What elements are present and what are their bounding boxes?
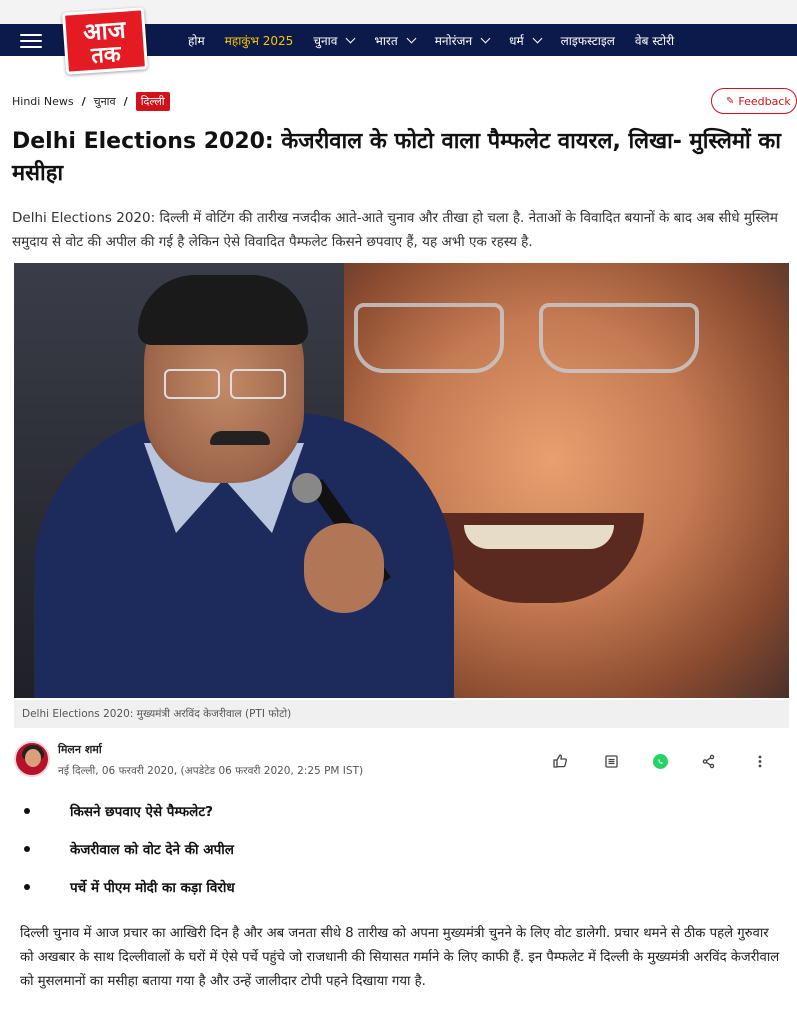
- highlight-text: किसने छपवाए ऐसे पैम्फलेट?: [70, 804, 213, 820]
- nav-item-religion[interactable]: धर्म: [509, 32, 543, 49]
- site-logo[interactable]: आज तक: [61, 7, 149, 75]
- nav-item-india[interactable]: भारत: [374, 32, 417, 49]
- breadcrumb-home[interactable]: Hindi News: [12, 95, 74, 108]
- bullet-dot: [24, 808, 30, 814]
- article-actions: [550, 750, 770, 772]
- article-summary: Delhi Elections 2020: दिल्ली में वोटिंग …: [12, 210, 778, 250]
- nav-item-label: मनोरंजन: [434, 33, 473, 48]
- speaker-mustache: [210, 431, 270, 445]
- speaker-glasses-left: [164, 369, 220, 399]
- nav-item-label: होम: [188, 33, 205, 48]
- nav-item-label: वेब स्टोरी: [634, 33, 675, 48]
- microphone-head: [292, 473, 322, 503]
- hamburger-icon[interactable]: [20, 34, 42, 48]
- list-item: पर्चे में पीएम मोदी का कड़ा विरोध: [24, 868, 624, 906]
- chevron-down-icon: [532, 33, 543, 43]
- author-name[interactable]: मिलन शर्मा: [58, 742, 102, 757]
- nav-item-election[interactable]: चुनाव: [313, 32, 356, 49]
- poster-teeth: [464, 525, 614, 549]
- bullet-dot: [24, 846, 30, 852]
- nav-item-home[interactable]: होम: [188, 32, 205, 49]
- article-body: दिल्ली चुनाव में आज प्रचार का आखिरी दिन …: [20, 926, 780, 989]
- article-hero-image: [14, 263, 789, 698]
- article-highlights: किसने छपवाए ऐसे पैम्फलेट? केजरीवाल को वो…: [24, 792, 624, 906]
- breadcrumb: Hindi News / चुनाव / दिल्ली: [12, 92, 170, 111]
- nav-item-lifestyle[interactable]: लाइफस्टाइल: [561, 32, 615, 49]
- chevron-down-icon: [345, 33, 356, 43]
- avatar-face: [25, 749, 41, 767]
- whatsapp-icon[interactable]: [652, 753, 668, 769]
- more-icon[interactable]: [750, 751, 770, 771]
- breadcrumb-separator: /: [81, 95, 86, 108]
- chevron-down-icon: [406, 33, 417, 43]
- nav-item-mahakumbh[interactable]: महाकुंभ 2025: [225, 32, 294, 49]
- feedback-button[interactable]: ✎ Feedback: [711, 88, 797, 114]
- speaker-glasses-right: [230, 369, 286, 399]
- chevron-down-icon: [480, 33, 491, 43]
- breadcrumb-election[interactable]: चुनाव: [94, 94, 116, 109]
- image-caption: Delhi Elections 2020: मुख्यमंत्री अरविंद…: [14, 700, 789, 728]
- pen-icon: ✎: [726, 95, 735, 107]
- logo-text-top: आज: [82, 15, 127, 47]
- article-dateline: नई दिल्ली, 06 फरवरी 2020, (अपडेटेड 06 फर…: [58, 765, 364, 777]
- bullet-dot: [24, 884, 30, 890]
- nav-item-label: लाइफस्टाइल: [560, 33, 615, 48]
- speaker-hair: [138, 275, 308, 345]
- share-icon[interactable]: [699, 751, 719, 771]
- nav-item-label: चुनाव: [313, 33, 338, 48]
- nav-item-entertainment[interactable]: मनोरंजन: [434, 32, 491, 49]
- speaker-hand: [304, 523, 384, 613]
- like-icon[interactable]: [550, 751, 570, 771]
- poster-glasses-right: [539, 303, 699, 373]
- breadcrumb-delhi[interactable]: दिल्ली: [135, 92, 170, 111]
- highlight-text: पर्चे में पीएम मोदी का कड़ा विरोध: [70, 880, 235, 896]
- nav-item-label: भारत: [374, 33, 398, 48]
- article-headline: Delhi Elections 2020: केजरीवाल के फोटो व…: [12, 129, 781, 186]
- author-avatar[interactable]: [14, 741, 50, 777]
- nav-item-label: महाकुंभ 2025: [224, 33, 294, 48]
- list-item: किसने छपवाए ऐसे पैम्फलेट?: [24, 792, 624, 830]
- list-item: केजरीवाल को वोट देने की अपील: [24, 830, 624, 868]
- poster-glasses-left: [354, 303, 504, 373]
- feedback-label: Feedback: [738, 94, 791, 108]
- nav-items: होम महाकुंभ 2025 चुनाव भारत मनोरंजन धर्म…: [188, 24, 694, 56]
- comment-icon[interactable]: [601, 751, 621, 771]
- logo-text-bottom: तक: [90, 41, 122, 69]
- highlight-text: केजरीवाल को वोट देने की अपील: [70, 842, 234, 858]
- nav-item-label: धर्म: [509, 33, 524, 48]
- nav-item-webstory[interactable]: वेब स्टोरी: [635, 32, 674, 49]
- breadcrumb-separator: /: [123, 95, 128, 108]
